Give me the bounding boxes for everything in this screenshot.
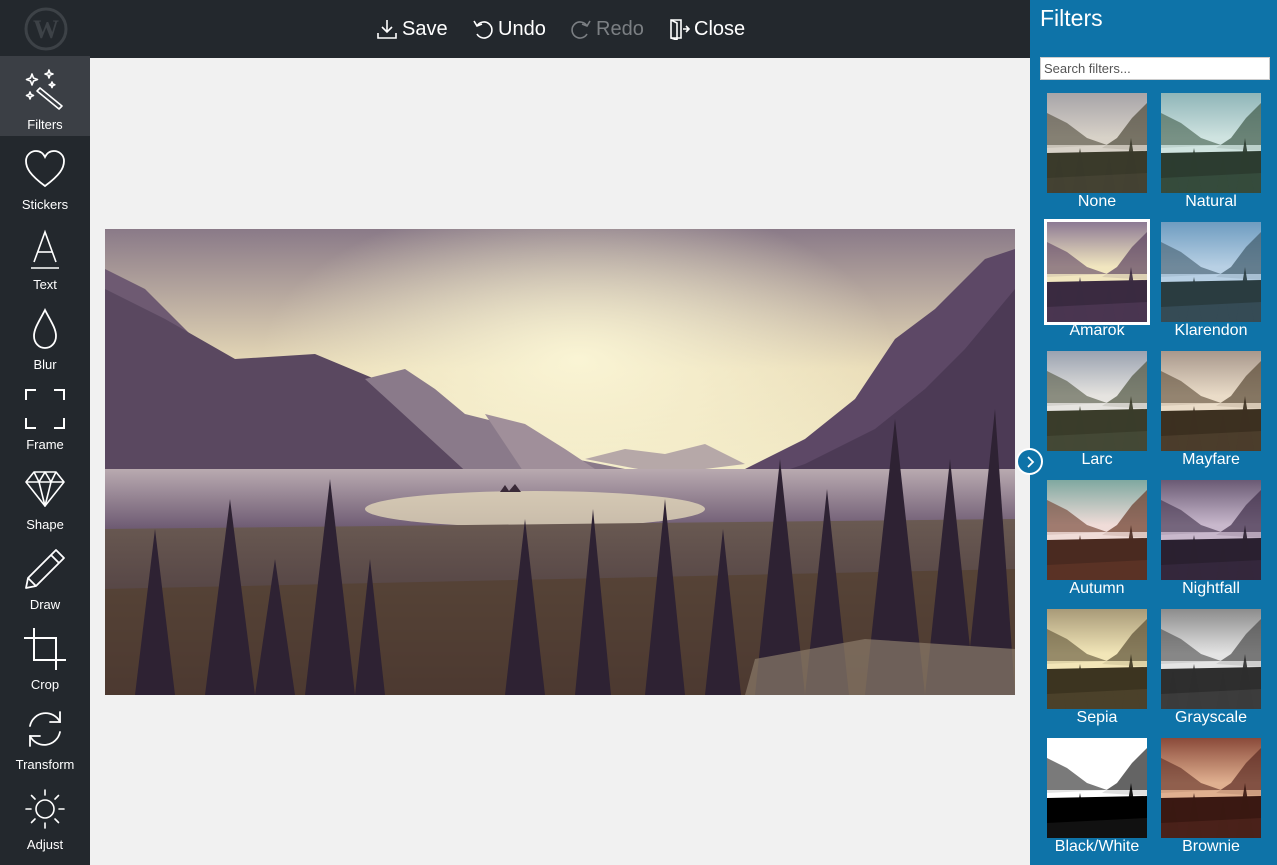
download-icon: [377, 20, 397, 39]
tool-label: Adjust: [26, 837, 64, 852]
tool-frame[interactable]: Frame: [0, 376, 90, 456]
filter-label: Klarendon: [1174, 322, 1248, 339]
tool-label: Draw: [29, 597, 61, 612]
chevron-right-icon: [1026, 455, 1034, 468]
pencil-icon: [25, 549, 65, 589]
text-icon: [31, 229, 59, 269]
filter-label: Autumn: [1069, 580, 1125, 597]
top-toolbar: Save Undo Redo Close: [90, 0, 1030, 58]
frame-icon: [25, 389, 65, 429]
filter-label: Nightfall: [1182, 580, 1240, 597]
filter-thumbnail: [1161, 93, 1261, 193]
drop-icon: [33, 307, 57, 349]
tool-blur[interactable]: Blur: [0, 296, 90, 376]
tool-label: Crop: [30, 677, 60, 692]
tool-label: Transform: [15, 757, 75, 772]
undo-button[interactable]: Undo: [472, 14, 546, 44]
filter-option[interactable]: None: [1041, 89, 1147, 215]
filter-label: Sepia: [1076, 709, 1118, 726]
filter-thumbnail: [1161, 351, 1261, 451]
filter-option[interactable]: Autumn: [1041, 476, 1147, 602]
filter-option[interactable]: Mayfare: [1155, 347, 1261, 473]
filter-option[interactable]: Larc: [1041, 347, 1147, 473]
filter-label: Larc: [1081, 451, 1113, 468]
tool-label: Stickers: [21, 197, 69, 212]
exit-door-icon: [670, 19, 690, 40]
tool-filters[interactable]: Filters: [0, 56, 90, 136]
panel-title: Filters: [1040, 5, 1103, 31]
filter-label: Brownie: [1182, 838, 1240, 855]
close-button[interactable]: Close: [668, 14, 745, 44]
tool-text[interactable]: Text: [0, 216, 90, 296]
edited-photo[interactable]: [105, 229, 1015, 695]
filter-option[interactable]: Nightfall: [1155, 476, 1261, 602]
filter-thumbnail: [1047, 738, 1147, 838]
filter-thumbnail: [1047, 351, 1147, 451]
filter-option[interactable]: Sepia: [1041, 605, 1147, 731]
tool-label: Shape: [26, 517, 64, 532]
wordpress-logo-icon[interactable]: W: [24, 7, 68, 51]
filter-thumbnail: [1044, 219, 1150, 325]
redo-button[interactable]: Redo: [570, 14, 644, 44]
tool-label: Frame: [26, 437, 64, 452]
tool-shape[interactable]: Shape: [0, 456, 90, 536]
tool-draw[interactable]: Draw: [0, 536, 90, 616]
close-label: Close: [694, 17, 746, 40]
sun-icon: [25, 789, 65, 829]
tools-sidebar: W Filters Stickers Text Blur Frame Shape…: [0, 0, 90, 865]
redo-label: Redo: [596, 17, 644, 40]
filter-thumbnail: [1047, 93, 1147, 193]
filter-thumbnail: [1161, 738, 1261, 838]
photo-editor: W Filters Stickers Text Blur Frame Shape…: [0, 0, 1277, 865]
crop-icon: [24, 628, 66, 670]
redo-icon: [571, 20, 591, 39]
tool-transform[interactable]: Transform: [0, 696, 90, 776]
filter-label: Grayscale: [1174, 709, 1248, 726]
filter-thumbnail: [1047, 609, 1147, 709]
svg-text:W: W: [33, 15, 59, 44]
filter-option[interactable]: Black/White: [1041, 734, 1147, 860]
save-button[interactable]: Save: [376, 14, 448, 44]
filter-option[interactable]: Amarok: [1041, 218, 1150, 344]
tool-label: Text: [33, 277, 57, 292]
canvas-area: [90, 58, 1030, 865]
filter-label: None: [1077, 193, 1117, 210]
rotate-icon: [29, 711, 61, 747]
filter-label: Natural: [1185, 193, 1237, 210]
filter-option[interactable]: Klarendon: [1155, 218, 1261, 344]
undo-label: Undo: [498, 17, 546, 40]
magic-wand-icon: [25, 69, 63, 110]
search-filters-input[interactable]: [1040, 57, 1270, 80]
filter-label: Black/White: [1054, 838, 1140, 855]
tool-label: Filters: [27, 117, 63, 132]
filter-option[interactable]: Grayscale: [1155, 605, 1261, 731]
tool-adjust[interactable]: Adjust: [0, 776, 90, 856]
tool-crop[interactable]: Crop: [0, 616, 90, 696]
filter-option[interactable]: Brownie: [1155, 734, 1261, 860]
filter-thumbnail: [1161, 480, 1261, 580]
heart-icon: [25, 150, 65, 188]
filter-thumbnail: [1161, 609, 1261, 709]
diamond-icon: [25, 471, 65, 507]
tool-stickers[interactable]: Stickers: [0, 136, 90, 216]
filter-option[interactable]: Natural: [1155, 89, 1261, 215]
filter-label: Amarok: [1069, 322, 1125, 339]
filter-thumbnail: [1047, 480, 1147, 580]
collapse-panel-button[interactable]: [1016, 448, 1043, 475]
filters-panel: Filters None Natural Amarok Klarendon Larc Ma…: [1030, 0, 1277, 865]
tool-label: Blur: [33, 357, 57, 372]
save-label: Save: [402, 17, 448, 40]
undo-icon: [473, 20, 493, 39]
filter-thumbnail: [1161, 222, 1261, 322]
filter-label: Mayfare: [1182, 451, 1240, 468]
